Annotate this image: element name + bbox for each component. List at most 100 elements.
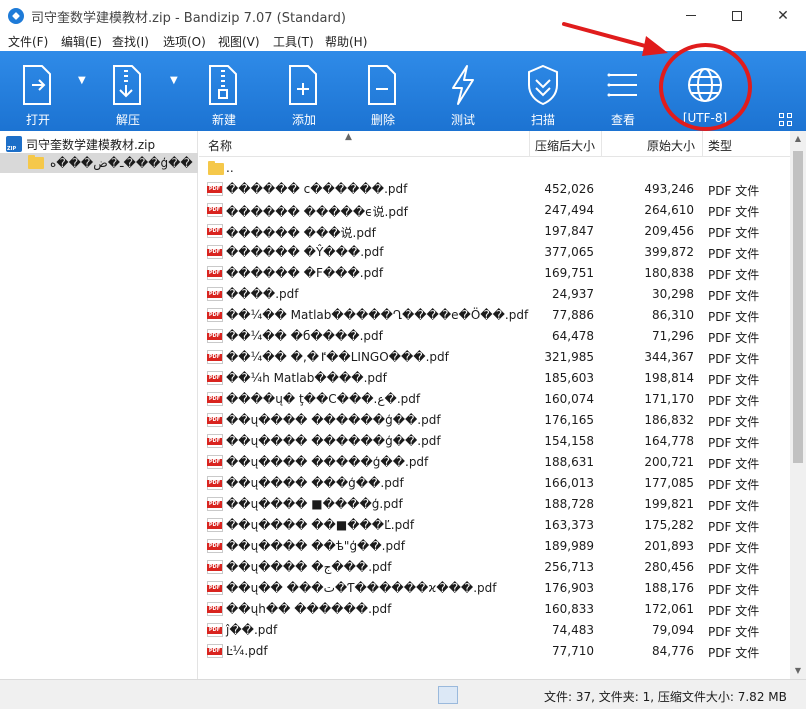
compressed-size: 176,903 — [544, 581, 594, 595]
table-row[interactable]: PDF ��ų�� ���ت�Ƭ������ϰ���.pdf 176,903 188,… — [199, 578, 790, 599]
scrollbar-thumb[interactable] — [793, 151, 803, 463]
table-row[interactable]: PDF ��ų���� �ج���.pdf 256,713 280,456 PDF 文件 — [199, 557, 790, 578]
pdf-file-icon: PDF — [207, 560, 223, 574]
column-compressed-header[interactable]: 压缩后大小 — [535, 137, 595, 154]
file-type: PDF 文件 — [708, 625, 760, 639]
pdf-file-icon: PDF — [207, 371, 223, 385]
file-list-header: 名称 ▲ 压缩后大小 原始大小 类型 — [199, 131, 790, 157]
file-type: PDF 文件 — [708, 562, 760, 576]
original-size: 86,310 — [652, 308, 694, 322]
scan-button[interactable]: 扫描 — [515, 51, 571, 131]
file-name: ��¼�� Matlab�����Ղ����e�Ö��.pdf — [226, 308, 529, 322]
table-row[interactable]: PDF ��¼�� �,�ٵ��LINGO���.pdf 321,985 344,36… — [199, 347, 790, 368]
add-button[interactable]: 添加 — [276, 51, 332, 131]
compressed-size: 377,065 — [544, 245, 594, 259]
folder-tree-pane: 司守奎数学建模教材.zip ـ�ض���ﻩ���ģ�� — [0, 131, 198, 679]
original-size: 186,832 — [644, 413, 694, 427]
window-title: 司守奎数学建模教材.zip - Bandizip 7.07 (Standard) — [31, 11, 346, 26]
table-row[interactable]: PDF ��ų���� ��■���Ľ.pdf 163,373 175,282 PDF … — [199, 515, 790, 536]
column-original-header[interactable]: 原始大小 — [647, 137, 695, 154]
menu-options[interactable]: 选项(O) — [163, 33, 206, 50]
menu-view[interactable]: 视图(V) — [218, 33, 260, 50]
file-type: PDF 文件 — [708, 499, 760, 513]
extract-dropdown-chevron-icon[interactable]: ▼ — [170, 75, 178, 86]
file-name: ��ų���� �����ģ��.pdf — [226, 455, 429, 469]
table-row[interactable]: PDF ����.pdf 24,937 30,298 PDF 文件 — [199, 284, 790, 305]
table-row[interactable]: PDF ��¼�� �б����.pdf 64,478 71,296 PDF 文件 — [199, 326, 790, 347]
original-size: 209,456 — [644, 224, 694, 238]
scroll-up-arrow-icon[interactable]: ▲ — [790, 131, 806, 147]
file-name: ��ų���� ������ģ��.pdf — [226, 434, 441, 448]
menu-tools[interactable]: 工具(T) — [273, 33, 314, 50]
preview-pane-icon[interactable] — [462, 686, 482, 704]
table-row[interactable]: PDF ������ �Ϝ���.pdf 169,751 180,838 PDF 文件 — [199, 263, 790, 284]
original-size: 84,776 — [652, 644, 694, 658]
table-row[interactable]: PDF ��ų���� ������ģ��.pdf 176,165 186,832 PD… — [199, 410, 790, 431]
compressed-size: 247,494 — [544, 203, 594, 217]
file-type: PDF 文件 — [708, 373, 760, 387]
column-name-header[interactable]: 名称 — [208, 137, 232, 154]
compressed-size: 188,728 — [544, 497, 594, 511]
file-name: ��ų���� ���ģ��.pdf — [226, 476, 404, 490]
delete-button[interactable]: 删除 — [355, 51, 411, 131]
scroll-down-arrow-icon[interactable]: ▼ — [790, 663, 806, 679]
menu-help[interactable]: 帮助(H) — [325, 33, 367, 50]
table-row[interactable]: PDF ������ �Ŷ���.pdf 377,065 399,872 PDF 文件 — [199, 242, 790, 263]
tree-item-archive[interactable]: 司守奎数学建模教材.zip — [0, 134, 198, 154]
vertical-scrollbar[interactable]: ▲ ▼ — [790, 131, 806, 679]
menu-edit[interactable]: 编辑(E) — [61, 33, 102, 50]
file-name: ��ų�� ���ت�Ƭ������ϰ���.pdf — [226, 581, 497, 595]
pdf-file-icon: PDF — [207, 350, 223, 364]
red-annotation-circle — [659, 43, 752, 131]
list-item-parent-folder[interactable]: .. — [199, 158, 790, 179]
file-name: ��ų���� ■����ģ.pdf — [226, 497, 403, 511]
test-button[interactable]: 测试 — [435, 51, 491, 131]
table-row[interactable]: PDF ĵ��.pdf 74,483 79,094 PDF 文件 — [199, 620, 790, 641]
compressed-size: 169,751 — [544, 266, 594, 280]
archive-info-icon[interactable] — [496, 686, 516, 704]
tree-item-folder[interactable]: ـ�ض���ﻩ���ģ�� — [0, 153, 198, 173]
add-file-icon — [289, 65, 317, 105]
compressed-size: 77,710 — [552, 644, 594, 658]
view-button[interactable]: 查看 — [595, 51, 651, 131]
column-type-header[interactable]: 类型 — [708, 137, 732, 154]
table-row[interactable]: PDF ��¼�� Matlab�����Ղ����e�Ö��.pdf 77,886… — [199, 305, 790, 326]
table-row[interactable]: PDF ��ų���� ���ģ��.pdf 166,013 177,085 PDF 文… — [199, 473, 790, 494]
extract-button[interactable]: 解压 — [100, 51, 156, 131]
table-row[interactable]: PDF ��ų���� ��ѣ"ģ��.pdf 189,989 201,893 PDF … — [199, 536, 790, 557]
menu-file[interactable]: 文件(F) — [8, 33, 48, 50]
file-name: ��ųh�� ������.pdf — [226, 602, 392, 616]
menu-find[interactable]: 查找(I) — [112, 33, 149, 50]
table-row[interactable]: PDF ������ ���说.pdf 197,847 209,456 PDF 文件 — [199, 221, 790, 242]
pdf-file-icon: PDF — [207, 266, 223, 280]
open-archive-icon — [23, 65, 51, 105]
open-dropdown-chevron-icon[interactable]: ▼ — [78, 75, 86, 86]
file-type: PDF 文件 — [708, 247, 760, 261]
table-row[interactable]: PDF ��ų���� �����ģ��.pdf 188,631 200,721 PDF… — [199, 452, 790, 473]
table-row[interactable]: PDF ��ų���� ������ģ��.pdf 154,158 164,778 PD… — [199, 431, 790, 452]
table-row[interactable]: PDF ��ų���� ■����ģ.pdf 188,728 199,821 PDF 文… — [199, 494, 790, 515]
table-row[interactable]: PDF ������ �����ϵ说.pdf 247,494 264,610 PDF 文… — [199, 200, 790, 221]
table-row[interactable]: PDF ��¼h Matlab����.pdf 185,603 198,814 PDF … — [199, 368, 790, 389]
new-archive-button[interactable]: 新建 — [196, 51, 252, 131]
maximize-button[interactable] — [714, 0, 760, 31]
file-name: ��ų���� �ج���.pdf — [226, 560, 392, 574]
open-button[interactable]: 打开 — [10, 51, 66, 131]
pdf-file-icon: PDF — [207, 434, 223, 448]
close-button[interactable]: ✕ — [760, 0, 806, 31]
layout-grid-icon[interactable] — [779, 113, 793, 127]
file-name: ��ų���� ��ѣ"ģ��.pdf — [226, 539, 405, 553]
pdf-file-icon: PDF — [207, 182, 223, 196]
bandizip-app-icon — [8, 8, 24, 24]
table-row[interactable]: PDF ����ų� ţ��C���.ع�.pdf 160,074 171,170 PD… — [199, 389, 790, 410]
table-row[interactable]: PDF Ŀ¼.pdf 77,710 84,776 PDF 文件 — [199, 641, 790, 662]
table-row[interactable]: PDF ��ųh�� ������.pdf 160,833 172,061 PDF 文件 — [199, 599, 790, 620]
details-view-icon[interactable] — [438, 686, 458, 704]
file-name: ��¼�� �б����.pdf — [226, 329, 383, 343]
file-type: PDF 文件 — [708, 289, 760, 303]
file-type: PDF 文件 — [708, 310, 760, 324]
file-name: ������ ���说.pdf — [226, 226, 376, 240]
compressed-size: 77,886 — [552, 308, 594, 322]
table-row[interactable]: PDF ������ c������.pdf 452,026 493,246 PDF 文… — [199, 179, 790, 200]
file-name: ��ų���� ��■���Ľ.pdf — [226, 518, 415, 532]
